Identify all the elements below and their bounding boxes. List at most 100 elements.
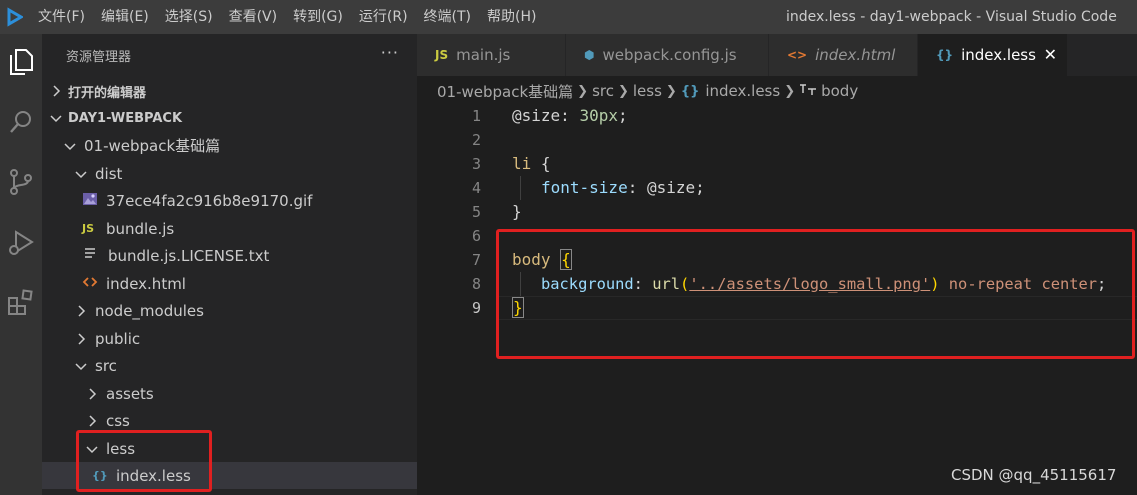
line-number: 9 xyxy=(471,299,481,317)
tree-file-index-html[interactable]: index.html xyxy=(42,270,417,297)
indent-guide xyxy=(520,176,521,200)
tab-index-less[interactable]: {} index.less ✕ xyxy=(918,34,1068,76)
tab-index-html[interactable]: <> index.html xyxy=(769,34,918,76)
tree-folder-01-webpack[interactable]: 01-webpack基础篇 xyxy=(42,132,417,159)
explorer-sidebar: 资源管理器 ··· 打开的编辑器 DAY1-WEBPACK 01-webpack… xyxy=(42,34,417,495)
tree-folder-src[interactable]: src xyxy=(42,352,417,379)
tree-file-license[interactable]: bundle.js.LICENSE.txt xyxy=(42,242,417,269)
tab-label: webpack.config.js xyxy=(602,46,737,64)
tree-label: css xyxy=(106,411,130,430)
tree-label: assets xyxy=(106,384,154,403)
html-file-icon: <> xyxy=(787,48,808,62)
workspace-section[interactable]: DAY1-WEBPACK xyxy=(42,105,417,131)
breadcrumb-item[interactable]: less xyxy=(633,82,662,100)
selector-symbol-icon xyxy=(799,82,817,100)
chevron-right-icon xyxy=(84,386,100,402)
tree-label: bundle.js xyxy=(106,219,175,238)
breadcrumb-item[interactable]: 01-webpack基础篇 xyxy=(437,81,573,102)
annotation-box-body-rule xyxy=(496,229,1135,359)
less-variable: @size xyxy=(512,106,561,125)
annotation-box-less-folder xyxy=(76,430,212,492)
menu-file[interactable]: 文件(F) xyxy=(30,0,93,34)
tree-label: index.html xyxy=(106,274,186,293)
menu-help[interactable]: 帮助(H) xyxy=(479,0,544,34)
close-icon[interactable]: ✕ xyxy=(1044,45,1057,64)
menu-edit[interactable]: 编辑(E) xyxy=(93,0,157,34)
line-number: 2 xyxy=(471,131,481,149)
editor-tab-bar: JS main.js ⬢ webpack.config.js <> index.… xyxy=(417,34,1137,76)
tree-label: dist xyxy=(95,164,123,183)
watermark: CSDN @qq_45115617 xyxy=(951,466,1117,484)
punctuation: : xyxy=(627,178,647,197)
chevron-right-icon: ❯ xyxy=(784,83,796,99)
html-file-icon xyxy=(82,275,102,292)
line-number: 7 xyxy=(471,251,481,269)
tree-file-gif[interactable]: 37ece4fa2c916b8e9170.gif xyxy=(42,187,417,214)
tab-main-js[interactable]: JS main.js xyxy=(417,34,566,76)
breadcrumb-item[interactable]: body xyxy=(821,82,858,100)
punctuation: ; xyxy=(695,178,705,197)
tree-label: src xyxy=(95,356,117,375)
chevron-right-icon: ❯ xyxy=(617,83,629,99)
open-editors-section[interactable]: 打开的编辑器 xyxy=(42,78,417,104)
code-line: @size: 30px; xyxy=(512,104,628,128)
chevron-right-icon xyxy=(48,83,64,99)
css-selector: li xyxy=(512,154,541,173)
line-number: 4 xyxy=(471,179,481,197)
js-file-icon: JS xyxy=(435,48,449,62)
search-icon[interactable] xyxy=(0,102,42,142)
activity-bar xyxy=(0,34,42,495)
menu-selection[interactable]: 选择(S) xyxy=(157,0,221,34)
line-number: 5 xyxy=(471,203,481,221)
number-value: 30px xyxy=(579,106,618,125)
brace: } xyxy=(512,202,522,221)
extensions-icon[interactable] xyxy=(0,282,42,322)
code-line: } xyxy=(512,200,522,224)
run-debug-icon[interactable] xyxy=(0,222,42,262)
tree-folder-dist[interactable]: dist xyxy=(42,160,417,187)
text-file-icon xyxy=(84,247,104,264)
brace: { xyxy=(540,154,551,173)
less-variable: @size xyxy=(646,178,696,197)
less-file-icon: {} xyxy=(680,83,700,99)
punctuation: ; xyxy=(617,106,628,125)
menu-terminal[interactable]: 终端(T) xyxy=(416,0,479,34)
tree-folder-public[interactable]: public xyxy=(42,325,417,352)
explorer-icon[interactable] xyxy=(0,42,42,82)
breadcrumb-item[interactable]: src xyxy=(592,82,614,100)
code-line: li { xyxy=(512,152,551,176)
vscode-logo-icon[interactable] xyxy=(0,0,30,34)
tab-label: index.html xyxy=(815,46,896,64)
explorer-title: 资源管理器 xyxy=(66,49,132,65)
tree-label: 01-webpack基础篇 xyxy=(84,137,221,155)
menu-view[interactable]: 查看(V) xyxy=(221,0,286,34)
tree-folder-node-modules[interactable]: node_modules xyxy=(42,297,417,324)
chevron-down-icon xyxy=(73,358,89,374)
punctuation: : xyxy=(560,106,580,125)
tab-label: main.js xyxy=(456,46,511,64)
tree-label: node_modules xyxy=(95,301,204,320)
tab-webpack-config[interactable]: ⬢ webpack.config.js xyxy=(566,34,769,76)
chevron-right-icon: ❯ xyxy=(577,83,589,99)
title-bar: 文件(F) 编辑(E) 选择(S) 查看(V) 转到(G) 运行(R) 终端(T… xyxy=(0,0,1137,34)
less-file-icon: {} xyxy=(936,48,954,62)
breadcrumb-item[interactable]: index.less xyxy=(705,82,780,100)
tree-label: 37ece4fa2c916b8e9170.gif xyxy=(106,191,313,210)
tab-label: index.less xyxy=(961,46,1036,64)
code-line: font-size: @size; xyxy=(541,176,705,200)
tree-label: bundle.js.LICENSE.txt xyxy=(108,246,270,265)
more-actions-icon[interactable]: ··· xyxy=(381,43,399,62)
menu-go[interactable]: 转到(G) xyxy=(285,0,351,34)
chevron-right-icon xyxy=(73,331,89,347)
line-number: 3 xyxy=(471,155,481,173)
line-number: 1 xyxy=(471,107,481,125)
js-file-icon: JS xyxy=(82,222,95,235)
chevron-right-icon xyxy=(84,413,100,429)
menu-run[interactable]: 运行(R) xyxy=(351,0,416,34)
source-control-icon[interactable] xyxy=(0,162,42,202)
webpack-file-icon: ⬢ xyxy=(584,48,595,62)
image-file-icon xyxy=(82,192,102,209)
open-editors-label: 打开的编辑器 xyxy=(68,85,147,101)
tree-file-bundle-js[interactable]: JS bundle.js xyxy=(42,215,417,242)
tree-folder-assets[interactable]: assets xyxy=(42,380,417,407)
